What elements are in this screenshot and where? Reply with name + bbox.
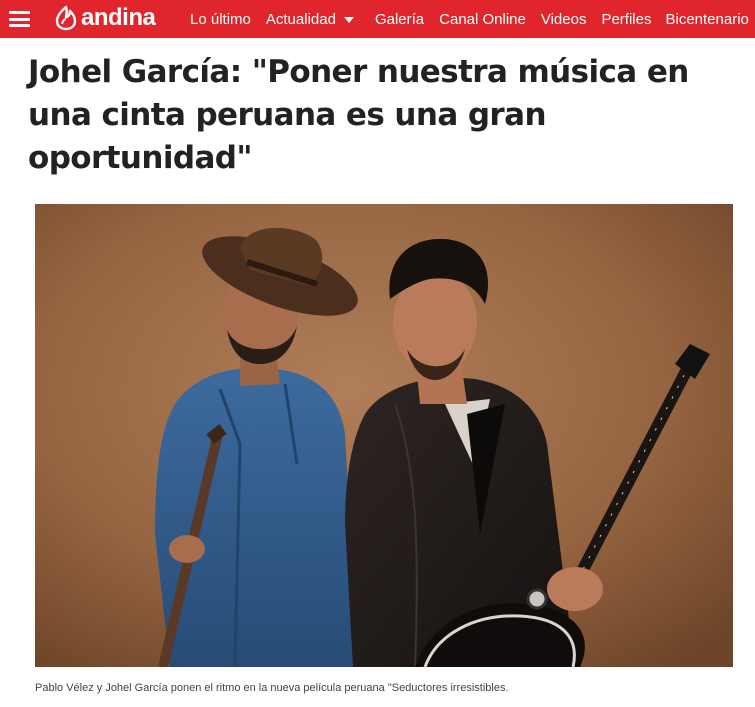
caret-down-icon [343,17,354,23]
musicians-photo-illustration [35,204,733,667]
nav-lo-ultimo[interactable]: Lo último [190,0,251,38]
nav-actualidad[interactable]: Actualidad [266,0,354,38]
andina-flame-logo-icon [55,5,77,31]
image-caption: Pablo Vélez y Johel García ponen el ritm… [35,682,509,694]
top-navigation-bar: andina Lo último Actualidad Galería Cana… [0,0,755,38]
nav-actualidad-label: Actualidad [265,10,336,28]
nav-bicentenario[interactable]: Bicentenario [665,0,748,38]
site-logo[interactable]: andina [53,3,156,33]
hamburger-menu-icon[interactable] [9,11,30,27]
main-nav: Lo último Actualidad Galería Canal Onlin… [190,0,749,38]
nav-galeria[interactable]: Galería [375,0,424,38]
logo-wordmark: andina [81,4,156,31]
article-title: Johel García: "Poner nuestra música en u… [28,54,689,176]
nav-perfiles[interactable]: Perfiles [601,0,651,38]
article-photo [35,204,733,667]
nav-canal-online[interactable]: Canal Online [439,0,526,38]
nav-videos[interactable]: Videos [541,0,587,38]
